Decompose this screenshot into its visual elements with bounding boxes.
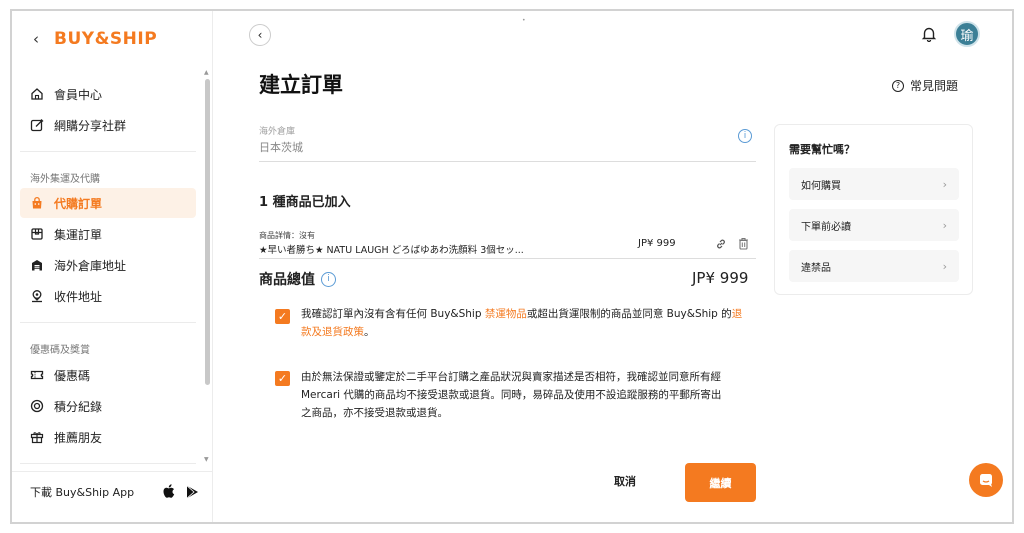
scroll-down-arrow[interactable]: ▼ (204, 456, 209, 463)
bag-icon (30, 196, 44, 210)
section-title-shipping: 海外集運及代購 (30, 174, 100, 185)
sidebar-item-warehouse-address[interactable]: 海外倉庫地址 (20, 250, 196, 280)
play-store-icon[interactable] (186, 485, 199, 499)
chat-support-button[interactable] (969, 463, 1003, 497)
edit-icon (30, 118, 44, 132)
divider (20, 463, 196, 464)
sidebar-item-label: 網購分享社群 (54, 118, 127, 133)
chat-icon (980, 474, 992, 487)
apple-icon[interactable] (162, 484, 176, 499)
total-label: 商品總值 i (259, 269, 336, 289)
faq-link[interactable]: ? 常見問題 (892, 77, 958, 94)
chevron-right-icon: › (942, 259, 947, 273)
agreement-text-prohibited: 我確認訂單內沒有含有任何 Buy&Ship 禁運物品或超出貨運限制的商品並同意 … (301, 305, 771, 341)
home-icon (30, 87, 44, 101)
brand-logo[interactable]: BUY&SHIP (54, 29, 157, 49)
agreement-line: 由於無法保證或鑒定於二手平台訂購之產品狀況與賣家描述是否相符，我確認並同意所有經 (301, 371, 721, 383)
back-button[interactable]: ‹ (249, 24, 271, 46)
agreement-text-part: 。 (364, 326, 375, 338)
sidebar-item-community[interactable]: 網購分享社群 (20, 110, 196, 140)
help-item-label: 下單前必讀 (801, 221, 851, 233)
sidebar-item-member-center[interactable]: 會員中心 (20, 79, 196, 109)
link-icon[interactable] (715, 238, 727, 250)
product-price: JP¥ 999 (638, 238, 676, 249)
help-item-label: 違禁品 (801, 262, 831, 274)
total-value: JP¥ 999 (692, 269, 749, 287)
main-content: • ‹ 瑜 建立訂單 ? 常見問題 海外倉庫 日本茨城 i 1 種商品已加入 商… (214, 11, 1012, 522)
agreement-line: Mercari 代購的商品均不接受退款或退貨。同時，易碎品及使用不設追蹤服務的平… (301, 389, 722, 401)
divider (20, 322, 196, 323)
sidebar-item-coupons[interactable]: 優惠碼 (20, 360, 196, 390)
trash-icon[interactable] (738, 237, 749, 250)
download-app-label: 下載 Buy&Ship App (30, 485, 135, 499)
items-added-heading: 1 種商品已加入 (259, 195, 351, 210)
chevron-right-icon: › (942, 218, 947, 232)
app-window: ‹ BUY&SHIP 會員中心 網購分享社群 海外集運及代購 代購訂單 集運訂單… (10, 9, 1014, 524)
refund-policy-link-start[interactable]: 退 (732, 308, 743, 320)
sidebar-item-label: 優惠碼 (54, 368, 91, 383)
continue-button[interactable]: 繼續 (685, 463, 756, 502)
faq-label: 常見問題 (910, 79, 959, 93)
sidebar-item-shipping-orders[interactable]: 集運訂單 (20, 219, 196, 249)
product-name: ★早い者勝ち★ NATU LAUGH どろばゆあわ洗顔料 3個セッ... (259, 245, 524, 256)
bell-icon[interactable] (921, 26, 937, 42)
divider (259, 161, 756, 162)
points-icon (30, 399, 44, 413)
warehouse-field[interactable]: 日本茨城 (259, 139, 303, 155)
help-item-label: 如何購買 (801, 180, 841, 192)
sidebar-item-label: 收件地址 (54, 289, 103, 304)
divider (259, 258, 756, 259)
agreement-checkbox-secondhand[interactable]: ✓ (275, 371, 290, 386)
sidebar-item-label: 代購訂單 (54, 196, 103, 211)
chevron-right-icon: › (942, 177, 947, 191)
help-item-how-to-buy[interactable]: 如何購買 › (789, 168, 959, 200)
brand-header: ‹ BUY&SHIP (26, 29, 157, 49)
sidebar-item-points[interactable]: 積分紀錄 (20, 391, 196, 421)
sidebar-item-label: 推薦朋友 (54, 430, 103, 445)
download-app-row: 下載 Buy&Ship App (12, 471, 213, 511)
sidebar-item-receiving-address[interactable]: 收件地址 (20, 281, 196, 311)
question-icon: ? (892, 79, 904, 92)
cancel-button[interactable]: 取消 (614, 473, 636, 489)
warehouse-icon (30, 258, 44, 272)
sidebar-item-label: 會員中心 (54, 87, 103, 102)
agreement-checkbox-prohibited[interactable]: ✓ (275, 309, 290, 324)
help-item-must-read[interactable]: 下單前必讀 › (789, 209, 959, 241)
help-item-prohibited[interactable]: 違禁品 › (789, 250, 959, 282)
page-title: 建立訂單 (259, 73, 343, 97)
section-title-rewards: 優惠碼及獎賞 (30, 345, 90, 356)
agreement-text-secondhand: 由於無法保證或鑒定於二手平台訂購之產品狀況與賣家描述是否相符，我確認並同意所有經… (301, 368, 781, 422)
total-label-text: 商品總值 (259, 272, 315, 288)
warehouse-info-icon[interactable]: i (738, 129, 752, 143)
sidebar-item-purchase-orders[interactable]: 代購訂單 (20, 188, 196, 218)
refund-policy-link[interactable]: 款及退貨政策 (301, 326, 364, 338)
prohibited-items-link[interactable]: 禁運物品 (485, 308, 527, 320)
divider (20, 151, 196, 152)
sidebar-item-referral[interactable]: 推薦朋友 (20, 422, 196, 452)
warehouse-field-label: 海外倉庫 (259, 127, 296, 137)
help-card: 需要幫忙嗎？ 如何購買 › 下單前必讀 › 違禁品 › (774, 124, 973, 295)
sidebar-back-button[interactable]: ‹ (26, 29, 46, 49)
sidebar: ‹ BUY&SHIP 會員中心 網購分享社群 海外集運及代購 代購訂單 集運訂單… (12, 11, 213, 522)
avatar[interactable]: 瑜 (954, 21, 980, 47)
total-info-icon[interactable]: i (321, 271, 336, 287)
coupon-icon (30, 368, 44, 382)
help-title: 需要幫忙嗎？ (789, 143, 855, 156)
sidebar-nav: 會員中心 網購分享社群 海外集運及代購 代購訂單 集運訂單 海外倉庫地址 收件地… (12, 65, 213, 465)
agreement-text-part: 我確認訂單內沒有含有任何 Buy&Ship (301, 308, 485, 320)
product-detail-label: 商品詳情：沒有 (259, 231, 315, 240)
agreement-line: 之商品，亦不接受退款或退貨。 (301, 407, 448, 419)
sidebar-item-label: 集運訂單 (54, 227, 103, 242)
box-icon (30, 227, 44, 241)
location-icon (30, 289, 44, 303)
sidebar-item-label: 積分紀錄 (54, 399, 103, 414)
top-dot: • (522, 17, 526, 24)
agreement-text-part: 或超出貨運限制的商品並同意 Buy&Ship 的 (526, 308, 732, 320)
scroll-up-arrow[interactable]: ▲ (204, 69, 209, 76)
sidebar-scrollbar[interactable] (205, 79, 210, 385)
sidebar-item-label: 海外倉庫地址 (54, 258, 127, 273)
gift-icon (30, 430, 44, 444)
